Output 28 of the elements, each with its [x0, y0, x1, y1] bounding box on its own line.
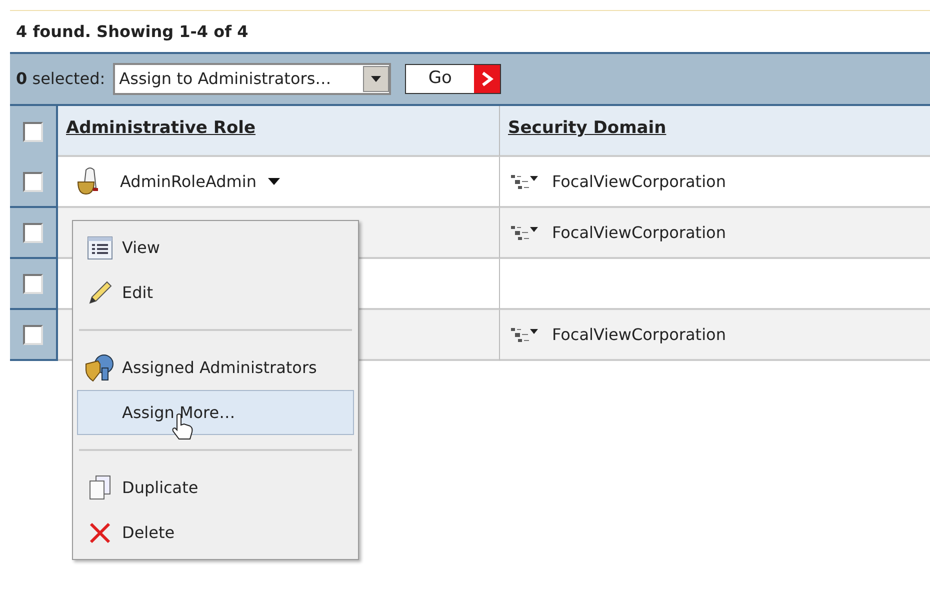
menu-item[interactable]: View: [77, 225, 354, 270]
caret-icon[interactable]: [268, 178, 280, 186]
checkbox[interactable]: [23, 274, 43, 294]
go-button[interactable]: Go: [405, 64, 502, 94]
close-icon: [88, 520, 112, 544]
checkbox[interactable]: [23, 222, 43, 242]
action-dropdown[interactable]: Assign to Administrators…: [113, 63, 392, 95]
menu-item[interactable]: Assigned Administrators: [77, 345, 354, 390]
table-cell-text: FocalViewCorporation: [552, 170, 726, 192]
pencil-icon: [87, 280, 113, 306]
table-cell-text: FocalViewCorporation: [552, 324, 726, 346]
column-header[interactable]: Security Domain: [508, 116, 666, 142]
copy-icon: [88, 474, 112, 500]
checkbox[interactable]: [23, 172, 43, 192]
menu-item[interactable]: Edit: [77, 270, 354, 315]
hierarchy-icon: [510, 174, 540, 190]
table-cell[interactable]: AdminRoleAdmin: [120, 170, 256, 194]
checkbox[interactable]: [23, 324, 43, 344]
results-summary: 4 found. Showing 1-4 of 4: [16, 20, 248, 42]
shield-icon: [84, 354, 116, 382]
menu-item[interactable]: Delete: [77, 510, 354, 555]
hierarchy-icon: [510, 326, 540, 342]
list-icon: [87, 236, 113, 260]
selected-count: 0 selected:: [16, 68, 106, 90]
checkbox[interactable]: [23, 122, 43, 142]
table-cell-text: FocalViewCorporation: [552, 222, 726, 244]
hierarchy-icon: [510, 224, 540, 240]
menu-item[interactable]: Duplicate: [77, 465, 354, 510]
